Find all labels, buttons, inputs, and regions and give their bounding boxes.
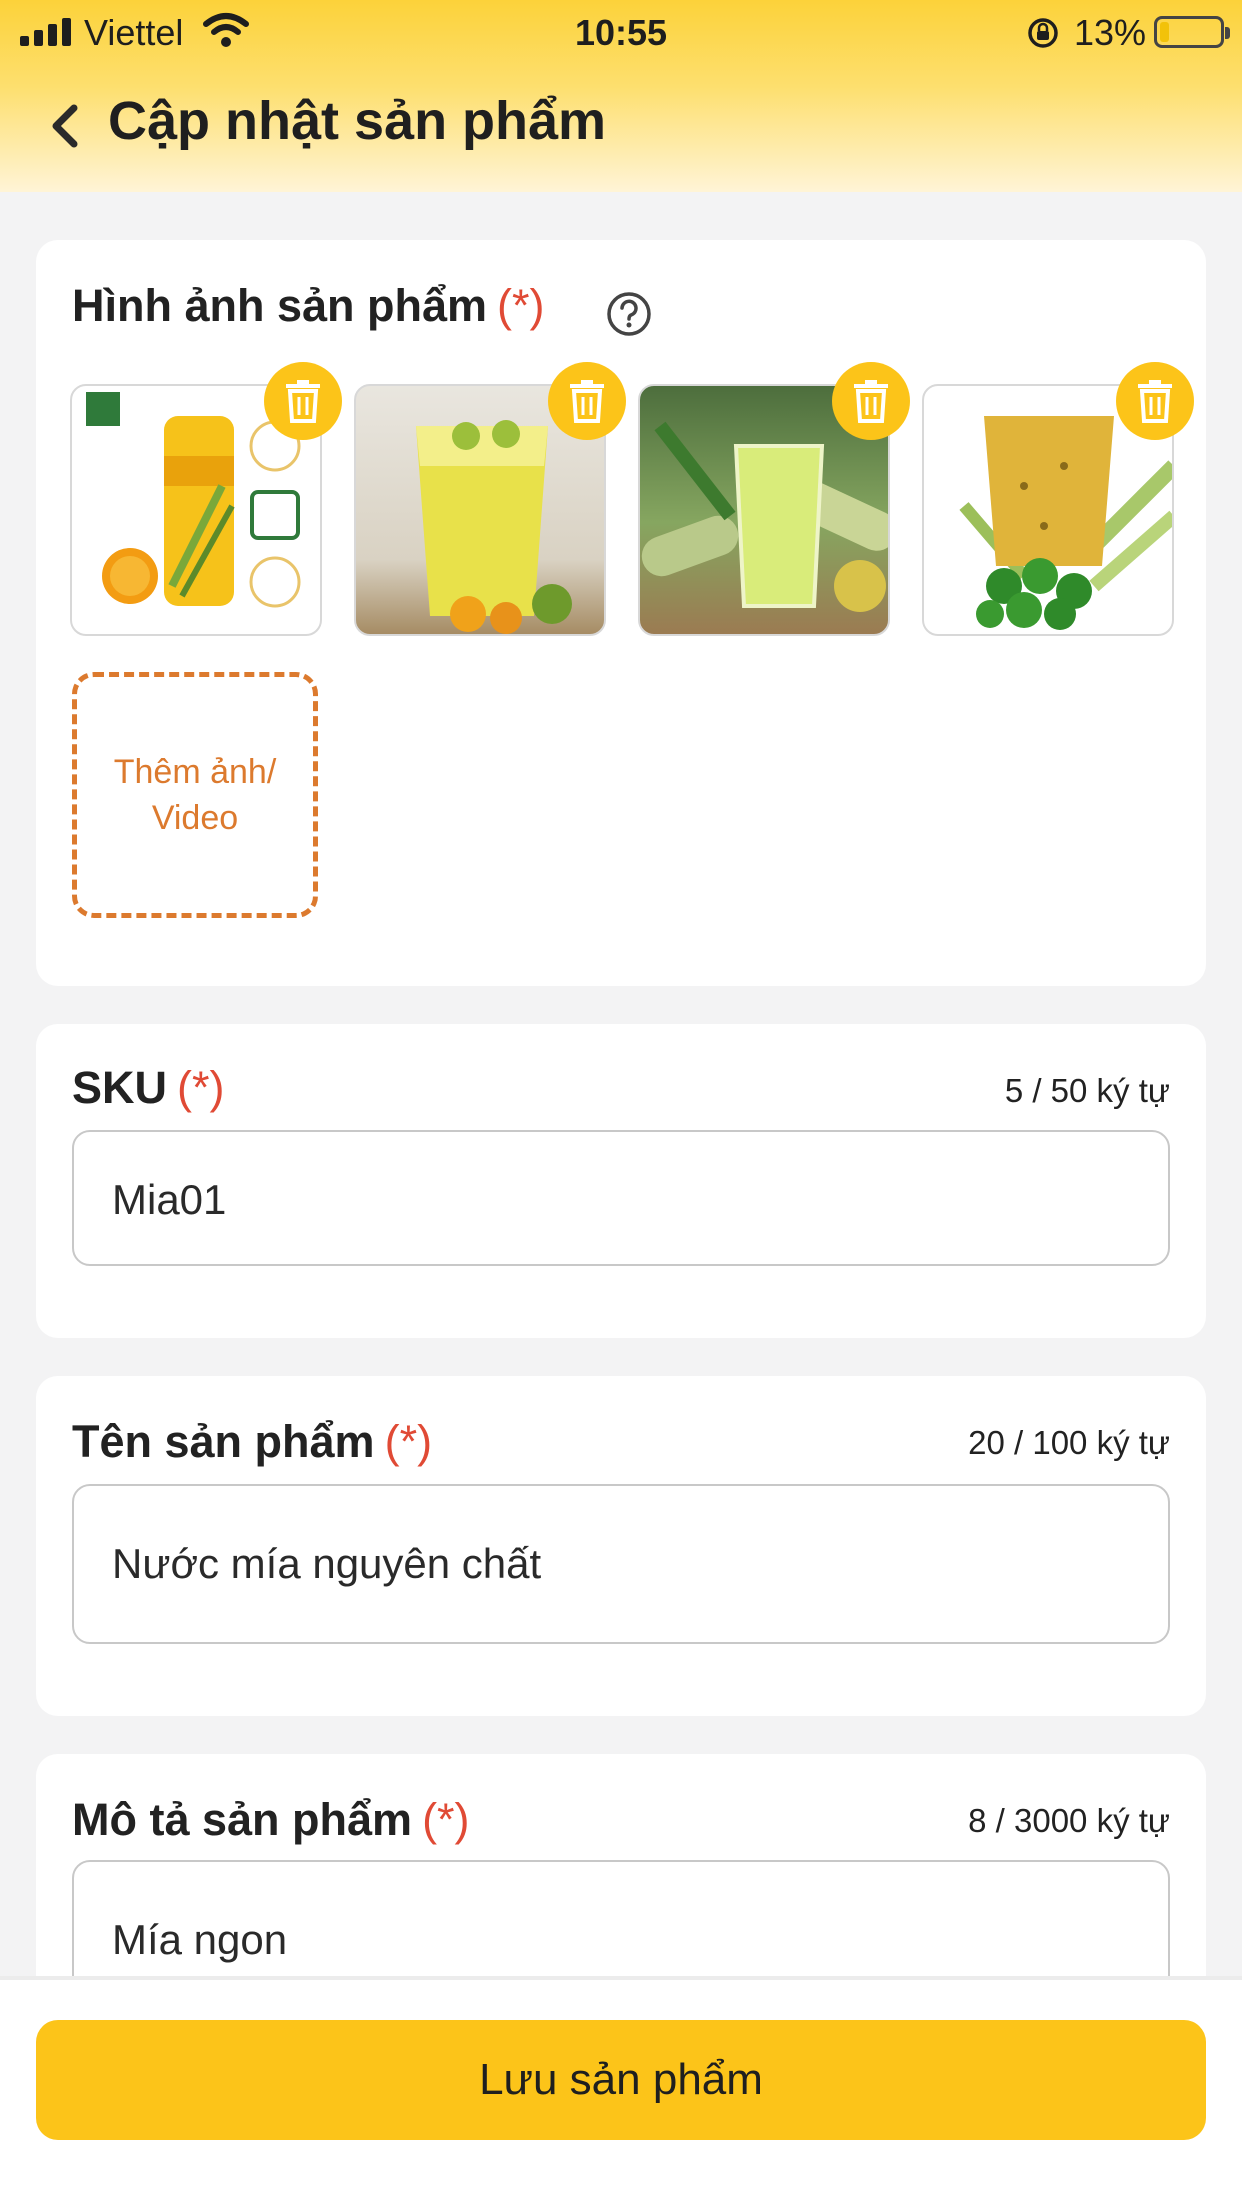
sku-label-text: SKU — [72, 1062, 168, 1113]
sku-input[interactable]: Mia01 — [72, 1130, 1170, 1266]
description-char-counter: 8 / 3000 ký tự — [968, 1802, 1170, 1839]
sku-input-value: Mia01 — [112, 1176, 227, 1223]
sku-char-counter: 5 / 50 ký tự — [1004, 1072, 1170, 1109]
product-name-label-text: Tên sản phẩm — [72, 1416, 375, 1467]
battery-percent: 13% — [1074, 12, 1147, 53]
delete-image-3-button[interactable] — [832, 362, 910, 440]
product-name-char-counter: 20 / 100 ký tự — [968, 1424, 1170, 1461]
sku-card: SKU (*) 5 / 50 ký tự Mia01 — [36, 1024, 1206, 1338]
trash-icon — [1138, 380, 1172, 423]
trash-icon — [854, 380, 888, 423]
required-mark: (*) — [384, 1416, 433, 1467]
product-name-card: Tên sản phẩm (*) 20 / 100 ký tự Nước mía … — [36, 1376, 1206, 1716]
description-label: Mô tả sản phẩm (*) — [72, 1794, 470, 1846]
app-header: Viettel 10:55 13% Cập nhật sản phẩm — [0, 0, 1242, 192]
save-product-button[interactable]: Lưu sản phẩm — [36, 2020, 1206, 2140]
help-icon[interactable] — [605, 290, 653, 338]
delete-image-4-button[interactable] — [1116, 362, 1194, 440]
product-name-input[interactable]: Nước mía nguyên chất — [72, 1484, 1170, 1644]
delete-image-1-button[interactable] — [264, 362, 342, 440]
sku-label: SKU (*) — [72, 1062, 225, 1114]
page-title: Cập nhật sản phẩm — [108, 91, 607, 151]
product-name-label: Tên sản phẩm (*) — [72, 1416, 432, 1468]
required-mark: (*) — [422, 1794, 470, 1845]
add-photo-video-button[interactable]: Thêm ảnh/ Video — [72, 672, 318, 918]
product-images-card: Hình ảnh sản phẩm (*) Thêm ảnh/ Video — [36, 240, 1206, 986]
description-textarea-value: Mía ngon — [112, 1916, 288, 1963]
images-label-text: Hình ảnh sản phẩm — [72, 280, 488, 331]
add-photo-video-label: Thêm ảnh/ Video — [113, 753, 277, 837]
bottom-action-bar: Lưu sản phẩm — [0, 1976, 1242, 2208]
required-mark: (*) — [497, 280, 545, 331]
trash-icon — [286, 380, 320, 423]
back-button[interactable] — [44, 98, 88, 154]
status-bar: Viettel 10:55 13% — [0, 0, 1242, 62]
description-label-text: Mô tả sản phẩm — [72, 1794, 413, 1845]
battery-icon — [1154, 16, 1230, 48]
delete-image-2-button[interactable] — [548, 362, 626, 440]
required-mark: (*) — [177, 1062, 225, 1113]
product-name-input-value: Nước mía nguyên chất — [112, 1540, 542, 1587]
trash-icon — [570, 380, 604, 423]
rotation-lock-icon — [1028, 18, 1058, 48]
images-label: Hình ảnh sản phẩm (*) — [72, 280, 545, 332]
